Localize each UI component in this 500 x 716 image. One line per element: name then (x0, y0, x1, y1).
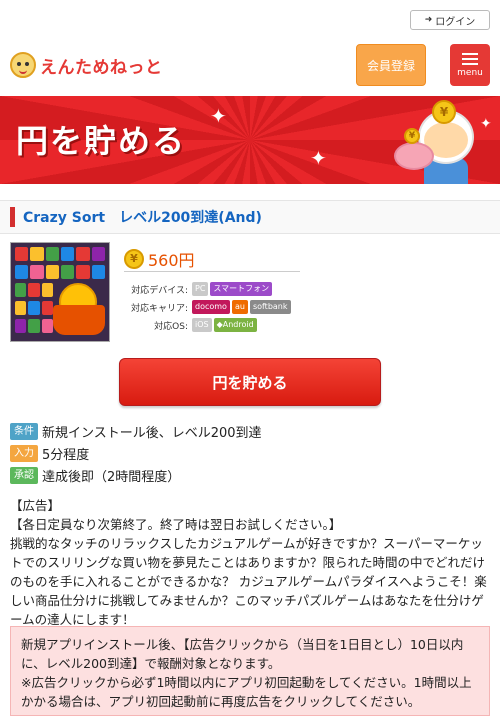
ad-label: 【広告】 (10, 498, 61, 513)
condition-text: 新規インストール後、レベル200到達 (42, 425, 262, 441)
site-logo[interactable]: えんためねっと (10, 52, 163, 78)
piggy-bank-icon (394, 142, 434, 170)
chip-android: ◆Android (213, 318, 257, 332)
yen-coin-icon: ¥ (124, 248, 144, 269)
approval-row: 承認 達成後即（2時間程度） (10, 464, 500, 486)
notice-line-1: 新規アプリインストール後、【広告クリックから（当日を1日目とし）10日以内に、レ… (21, 637, 464, 671)
chip-pc: PC (192, 282, 209, 296)
ios-label: iOS (195, 320, 209, 329)
supported-carriers: 対応キャリア: docomo au softbank (124, 300, 291, 314)
menu-label: menu (457, 67, 483, 78)
mascot-face-icon (10, 52, 36, 78)
chip-smartphone: スマートフォン (210, 282, 273, 296)
chip-ios: iOS (192, 318, 212, 332)
login-button[interactable]: ➜ ログイン (410, 10, 490, 30)
approval-tag: 承認 (10, 466, 38, 484)
earn-yen-button[interactable]: 円を貯める (119, 358, 381, 406)
login-label: ログイン (435, 16, 476, 28)
input-row: 入力 5分程度 (10, 442, 500, 464)
input-text: 5分程度 (42, 447, 90, 463)
chip-au: au (231, 300, 248, 314)
reward-price: ¥ 560円 (124, 246, 300, 272)
menu-button[interactable]: menu (450, 44, 490, 86)
site-header: ➜ ログイン えんためねっと 会員登録 menu (0, 0, 500, 96)
hero-banner: 円を貯める ✦ ✦ ✦ ¥ ¥ (0, 96, 500, 184)
reward-notice: 新規アプリインストール後、【広告クリックから（当日を1日目とし）10日以内に、レ… (10, 626, 490, 716)
offer-title: Crazy Sort レベル200到達(And) (23, 210, 262, 226)
app-thumbnail[interactable] (10, 242, 110, 342)
description-body: 挑戦的なタッチのリラックスしたカジュアルゲームが好きですか？スーパーマーケットで… (10, 536, 487, 627)
login-arrow-icon: ➜ (424, 15, 433, 25)
supported-devices: 対応デバイス: PC スマートフォン (124, 282, 273, 296)
title-accent (10, 207, 15, 227)
chip-docomo: docomo (192, 300, 230, 314)
supported-os: 対応OS: iOS ◆Android (124, 318, 257, 332)
logo-text: えんためねっと (40, 57, 163, 78)
yen-coin-icon: ¥ (432, 100, 456, 124)
offer-title-bar: Crazy Sort レベル200到達(And) (0, 200, 500, 234)
devices-label: 対応デバイス: (131, 285, 188, 296)
yen-coin-icon: ¥ (404, 128, 420, 144)
input-tag: 入力 (10, 444, 38, 462)
os-label: 対応OS: (154, 321, 188, 332)
notice-line-2: ※広告クリックから必ず1時間以内にアプリ初回起動をしてください。1時間以上かかる… (21, 675, 472, 709)
limit-note: 【各日定員なり次第終了。終了時は翌日お試しください。】 (10, 517, 342, 532)
offer-description: 【広告】 【各日定員なり次第終了。終了時は翌日お試しください。】 挑戦的なタッチ… (0, 496, 500, 629)
register-button[interactable]: 会員登録 (356, 44, 426, 86)
android-label: Android (222, 320, 254, 329)
price-value: 560円 (148, 250, 195, 270)
hamburger-icon (462, 52, 478, 65)
sparkle-icon: ✦ (310, 146, 327, 170)
chip-softbank: softbank (249, 300, 291, 314)
banner-title: 円を貯める (16, 122, 187, 160)
sparkle-icon: ✦ (210, 104, 227, 128)
carriers-label: 対応キャリア: (130, 303, 188, 314)
offer-conditions: 条件 新規インストール後、レベル200到達 入力 5分程度 承認 達成後即（2時… (0, 420, 500, 486)
offer-details: ¥ 560円 対応デバイス: PC スマートフォン 対応キャリア: docomo… (0, 234, 500, 352)
condition-tag: 条件 (10, 422, 38, 440)
approval-text: 達成後即（2時間程度） (42, 469, 181, 485)
condition-row: 条件 新規インストール後、レベル200到達 (10, 420, 500, 442)
